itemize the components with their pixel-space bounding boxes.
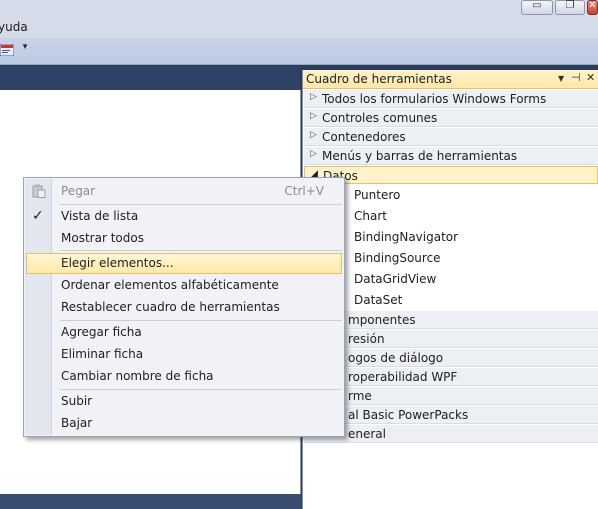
menu-item-ordenar[interactable]: Ordenar elementos alfabéticamente bbox=[26, 275, 342, 296]
menu-item-label: Elegir elementos... bbox=[61, 256, 174, 270]
document-tab-strip bbox=[0, 66, 300, 90]
menu-item-ayuda[interactable]: yuda bbox=[0, 20, 28, 34]
minimize-button[interactable]: ▭ bbox=[521, 0, 553, 15]
menu-item-agregar-ficha[interactable]: Agregar ficha bbox=[26, 322, 342, 343]
minimize-icon: ▭ bbox=[532, 0, 542, 11]
menu-separator bbox=[60, 320, 342, 321]
tool-item[interactable]: DataGridView bbox=[303, 269, 597, 290]
checkmark-icon: ✓ bbox=[32, 208, 44, 224]
tool-item[interactable]: BindingNavigator bbox=[303, 227, 597, 248]
window-titlebar: ▭ ❐ ✕ bbox=[0, 0, 598, 18]
toolbox-group-label: al Basic PowerPacks bbox=[348, 408, 469, 422]
expand-arrow-icon: ▷ bbox=[310, 149, 317, 159]
tool-label: DataGridView bbox=[354, 272, 437, 286]
menu-item-label: Vista de lista bbox=[61, 209, 139, 223]
menu-item-bajar[interactable]: Bajar bbox=[26, 413, 342, 434]
toolbox-group-label: rme bbox=[348, 389, 372, 403]
menu-item-label: Subir bbox=[61, 394, 93, 408]
expand-arrow-icon: ▷ bbox=[310, 111, 317, 121]
menu-item-pegar[interactable]: Pegar Ctrl+V bbox=[26, 181, 342, 202]
menu-item-elegir-elementos[interactable]: Elegir elementos... bbox=[26, 253, 342, 274]
toolbox-group[interactable]: al Basic PowerPacks bbox=[304, 406, 598, 424]
toolbox-group[interactable]: mponentes bbox=[304, 311, 598, 329]
menu-item-restablecer[interactable]: Restablecer cuadro de herramientas bbox=[26, 297, 342, 318]
toolbox-group[interactable]: ▷ Todos los formularios Windows Forms bbox=[304, 90, 598, 108]
expand-arrow-icon: ▷ bbox=[310, 92, 317, 102]
tool-item[interactable]: Chart bbox=[303, 206, 597, 227]
menu-item-label: Mostrar todos bbox=[61, 231, 144, 245]
toolbox-panel: Cuadro de herramientas ▼ ⊣ ✕ ▷ Todos los… bbox=[302, 70, 598, 509]
toolbox-group[interactable]: ▷ Contenedores bbox=[304, 128, 598, 146]
menu-separator bbox=[60, 204, 342, 205]
menu-item-label: Eliminar ficha bbox=[61, 347, 144, 361]
toolbox-title: Cuadro de herramientas bbox=[306, 72, 452, 86]
toolbox-group[interactable]: ogos de diálogo bbox=[304, 349, 598, 367]
restore-icon: ❐ bbox=[565, 0, 575, 11]
pin-icon[interactable]: ⊣ bbox=[571, 71, 581, 84]
expand-arrow-icon: ▷ bbox=[310, 130, 317, 140]
toolbox-group[interactable]: roperabilidad WPF bbox=[304, 368, 598, 386]
toolbox-group-label: Contenedores bbox=[322, 130, 406, 144]
toolbox-group[interactable]: rme bbox=[304, 387, 598, 405]
menu-item-shortcut: Ctrl+V bbox=[284, 184, 324, 198]
tool-item[interactable]: Puntero bbox=[303, 185, 597, 206]
menu-item-label: Pegar bbox=[61, 184, 96, 198]
toolbar: ▾ bbox=[0, 38, 598, 65]
toolbox-group-label: Todos los formularios Windows Forms bbox=[322, 92, 547, 106]
toolbox-group-label: resión bbox=[348, 332, 385, 346]
menu-separator bbox=[60, 389, 342, 390]
menu-item-label: Restablecer cuadro de herramientas bbox=[61, 300, 280, 314]
menu-item-label: Cambiar nombre de ficha bbox=[61, 369, 214, 383]
toolbox-group-label: roperabilidad WPF bbox=[348, 370, 458, 384]
menu-item-label: Bajar bbox=[61, 416, 93, 430]
restore-button[interactable]: ❐ bbox=[555, 0, 585, 15]
form-icon[interactable] bbox=[0, 44, 14, 56]
toolbox-group-datos[interactable]: ◢ Datos bbox=[304, 166, 598, 184]
toolbox-close-icon[interactable]: ✕ bbox=[586, 71, 595, 84]
toolbox-group-label: Controles comunes bbox=[322, 111, 438, 125]
menu-item-vista-de-lista[interactable]: ✓ Vista de lista bbox=[26, 206, 342, 227]
tool-item[interactable]: DataSet bbox=[303, 290, 597, 311]
close-window-button[interactable]: ✕ bbox=[587, 0, 598, 15]
tool-label: BindingNavigator bbox=[354, 230, 459, 244]
tool-label: Puntero bbox=[354, 188, 401, 202]
tool-label: BindingSource bbox=[354, 251, 441, 265]
document-footer bbox=[0, 494, 301, 509]
toolbar-overflow-button[interactable]: ▾ bbox=[20, 42, 30, 58]
paste-icon bbox=[32, 184, 46, 198]
toolbox-group-label: eneral bbox=[348, 427, 386, 441]
menu-item-eliminar-ficha[interactable]: Eliminar ficha bbox=[26, 344, 342, 365]
menu-item-label: Ordenar elementos alfabéticamente bbox=[61, 278, 279, 292]
menu-item-cambiar-nombre[interactable]: Cambiar nombre de ficha bbox=[26, 366, 342, 387]
toolbox-group[interactable]: ▷ Controles comunes bbox=[304, 109, 598, 127]
context-menu: Pegar Ctrl+V ✓ Vista de lista Mostrar to… bbox=[23, 177, 345, 437]
menu-item-subir[interactable]: Subir bbox=[26, 391, 342, 412]
toolbox-dropdown-icon[interactable]: ▼ bbox=[558, 74, 564, 83]
toolbox-group-label: ogos de diálogo bbox=[348, 351, 444, 365]
toolbox-group[interactable]: resión bbox=[304, 330, 598, 348]
tool-label: DataSet bbox=[354, 293, 403, 307]
menu-separator bbox=[60, 250, 342, 251]
toolbox-group-label: mponentes bbox=[348, 313, 416, 327]
menu-bar: yuda bbox=[0, 18, 598, 38]
toolbox-group[interactable]: eneral bbox=[304, 425, 598, 443]
toolbox-titlebar: Cuadro de herramientas ▼ ⊣ ✕ bbox=[303, 70, 598, 89]
tool-item[interactable]: BindingSource bbox=[303, 248, 597, 269]
tool-label: Chart bbox=[354, 209, 387, 223]
toolbox-group[interactable]: ▷ Menús y barras de herramientas bbox=[304, 147, 598, 165]
menu-item-label: Agregar ficha bbox=[61, 325, 142, 339]
menu-item-mostrar-todos[interactable]: Mostrar todos bbox=[26, 228, 342, 249]
toolbox-group-label: Menús y barras de herramientas bbox=[322, 149, 518, 163]
close-icon: ✕ bbox=[588, 0, 597, 11]
